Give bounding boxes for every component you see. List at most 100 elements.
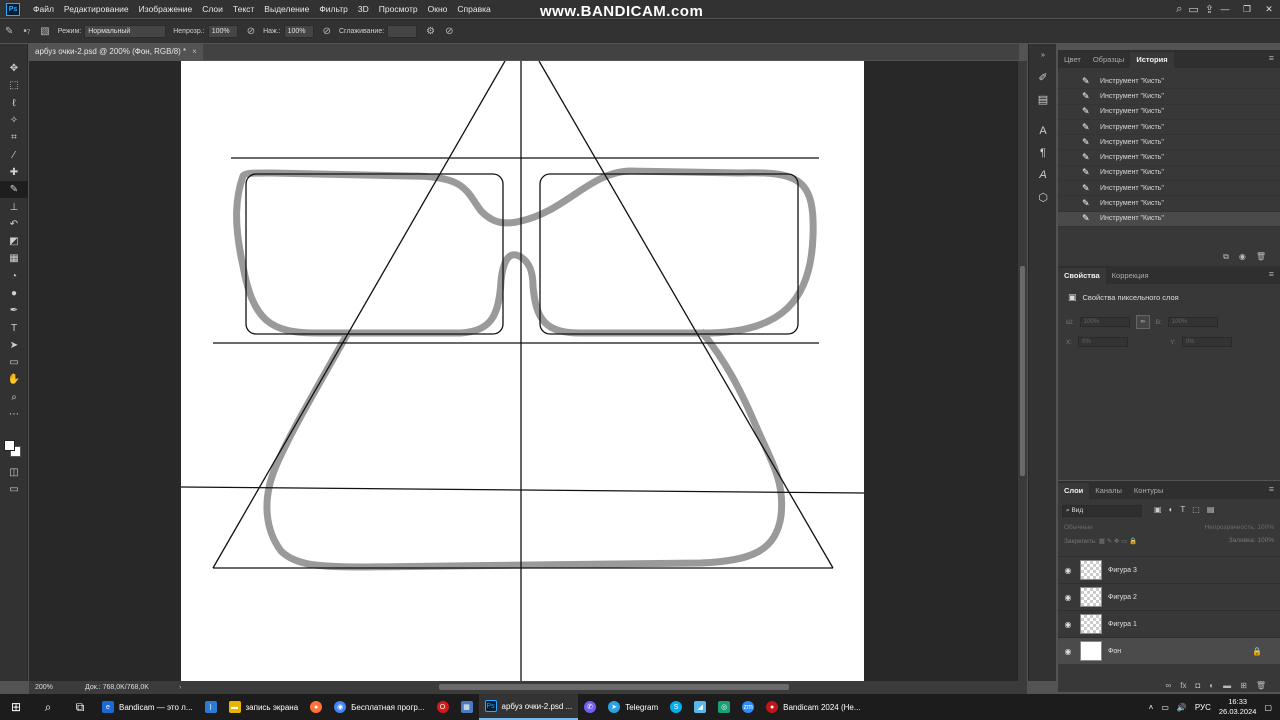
chevron-up-icon[interactable]: ˄ (1149, 703, 1154, 712)
taskbar-app-explorer[interactable]: ▬ запись экрана (223, 694, 305, 720)
path-select-tool-icon[interactable]: ➤ (0, 337, 28, 354)
tab-adjustments[interactable]: Коррекция (1106, 268, 1155, 284)
blend-mode-select[interactable]: Обычные (1064, 524, 1093, 531)
group-icon[interactable]: ▬ (1223, 681, 1231, 690)
vertical-scroll-thumb[interactable] (1020, 266, 1025, 476)
windows-start-icon[interactable]: ⊞ (0, 694, 32, 720)
eye-icon[interactable]: ◉ (1058, 620, 1078, 629)
pen-tool-icon[interactable]: ✒ (0, 302, 28, 319)
glyphs-icon[interactable]: A (1029, 164, 1057, 186)
foreground-color-swatch[interactable] (4, 440, 15, 451)
link-icon[interactable]: ∞ (1135, 315, 1150, 329)
marquee-tool-icon[interactable]: ⬚ (0, 77, 28, 94)
lock-icons[interactable]: ▦ ✎ ✥ ▭ 🔒 (1099, 538, 1138, 545)
history-brush-tool-icon[interactable]: ↶ (0, 216, 28, 233)
menu-view[interactable]: Просмотр (374, 0, 423, 18)
workspace-icon[interactable]: ▭ (1188, 3, 1198, 16)
blur-tool-icon[interactable]: ◔ (0, 268, 28, 285)
taskbar-app-bandicam[interactable]: ● Bandicam 2024 (Не... (760, 694, 866, 720)
document-tab[interactable]: арбуз очки-2.psd @ 200% (Фон, RGB/8) * × (29, 44, 203, 60)
quick-mask-icon[interactable]: ◫ (0, 464, 28, 481)
panel-menu-icon[interactable]: ≡ (1269, 269, 1274, 279)
notifications-icon[interactable]: ▢ (1264, 703, 1272, 712)
taskbar-app-vscode[interactable]: ⟩ (199, 694, 223, 720)
lock-icon[interactable]: 🔒 (1252, 647, 1262, 656)
layer-row[interactable]: ◉ Фигура 1 (1058, 610, 1280, 637)
restore-button[interactable]: ❐ (1236, 0, 1258, 18)
symmetry-icon[interactable]: ⊘ (445, 26, 453, 37)
mask-icon[interactable]: ◘ (1195, 681, 1200, 690)
crop-tool-icon[interactable]: ⌗ (0, 129, 28, 146)
tab-properties[interactable]: Свойства (1058, 268, 1106, 284)
layer-row[interactable]: ◉ Фигура 3 (1058, 556, 1280, 583)
task-view-icon[interactable]: ⧉ (64, 694, 96, 720)
status-arrow-icon[interactable]: › (179, 684, 181, 691)
history-item[interactable]: ✎ Инструмент "Кисть" (1058, 150, 1280, 166)
taskbar-app-viber[interactable]: ✆ (578, 694, 602, 720)
brush-tool-icon[interactable]: ✎ (5, 26, 13, 37)
airbrush-icon[interactable]: ⊘ (323, 26, 331, 37)
dodge-tool-icon[interactable]: ● (0, 285, 28, 302)
tab-history[interactable]: История (1130, 52, 1174, 68)
filter-type-icon[interactable]: T (1180, 505, 1185, 514)
panel-menu-icon[interactable]: ≡ (1269, 53, 1274, 63)
type-tool-icon[interactable]: T (0, 319, 28, 336)
taskbar-app-chrome[interactable]: ◉ Бесплатная прогр... (328, 694, 430, 720)
new-layer-icon[interactable]: ⊞ (1240, 681, 1247, 690)
lasso-tool-icon[interactable]: ℓ (0, 95, 28, 112)
minimize-button[interactable]: — (1214, 0, 1236, 18)
language-indicator[interactable]: РУС (1195, 703, 1211, 712)
canvas[interactable] (181, 61, 864, 681)
menu-image[interactable]: Изображение (134, 0, 198, 18)
trash-icon[interactable]: 🗑 (1256, 252, 1266, 262)
taskbar-app-files[interactable]: ◢ (688, 694, 712, 720)
screen-mode-icon[interactable]: ▭ (0, 481, 28, 498)
taskbar-app-calculator[interactable]: ▦ (455, 694, 479, 720)
layer-row[interactable]: ◉ Фон 🔒 (1058, 637, 1280, 664)
taskbar-app-skype[interactable]: S (664, 694, 688, 720)
taskbar-app-opera[interactable]: O (431, 694, 455, 720)
search-icon[interactable]: ⌕ (32, 694, 64, 720)
vertical-scrollbar[interactable] (1018, 61, 1027, 681)
brush-settings-icon[interactable]: ▧ (40, 26, 49, 37)
fx-icon[interactable]: fx (1180, 681, 1186, 690)
layer-opacity-field[interactable]: 100% (1257, 524, 1274, 531)
layer-filter-select[interactable]: ⌕ Вид (1062, 505, 1142, 517)
close-button[interactable]: ✕ (1258, 0, 1280, 18)
taskbar-app-firefox[interactable]: ● (304, 694, 328, 720)
move-tool-icon[interactable]: ✥ (0, 60, 28, 77)
tool-presets-icon[interactable]: ✐ (1029, 66, 1057, 88)
more-tools-icon[interactable]: ⋯ (0, 406, 28, 423)
cc-libraries-icon[interactable]: ▤ (1029, 88, 1057, 110)
history-item[interactable]: ✎ Инструмент "Кисть" (1058, 211, 1280, 227)
mode-select[interactable]: Нормальный (84, 25, 167, 38)
history-item[interactable]: ✎ Инструмент "Кисть" (1058, 74, 1280, 90)
trash-icon[interactable]: 🗑 (1256, 681, 1266, 690)
filter-adjustment-icon[interactable]: ◐ (1169, 505, 1174, 514)
y-field[interactable]: 0% (1181, 337, 1232, 347)
tab-swatches[interactable]: Образцы (1087, 52, 1131, 68)
search-icon[interactable]: ⌕ (1176, 3, 1182, 16)
pressure-input[interactable]: 100% (283, 25, 314, 38)
menu-edit[interactable]: Редактирование (59, 0, 134, 18)
smoothing-input[interactable] (387, 25, 418, 38)
history-item[interactable]: ✎ Инструмент "Кисть" (1058, 105, 1280, 120)
tab-channels[interactable]: Каналы (1089, 483, 1128, 499)
collapse-icon[interactable]: » (1029, 44, 1057, 66)
filter-pixel-icon[interactable]: ▣ (1154, 505, 1162, 514)
menu-filter[interactable]: Фильтр (314, 0, 353, 18)
adjustment-layer-icon[interactable]: ◐ (1209, 681, 1214, 690)
tab-paths[interactable]: Контуры (1128, 483, 1169, 499)
taskbar-app-telegram[interactable]: ➤ Telegram (602, 694, 664, 720)
network-icon[interactable]: ▭ (1161, 703, 1169, 712)
fill-field[interactable]: 100% (1257, 537, 1274, 544)
history-item[interactable]: ✎ Инструмент "Кисть" (1058, 196, 1280, 212)
new-document-from-state-icon[interactable]: ⧉ (1223, 252, 1229, 262)
height-field[interactable]: 100% (1167, 317, 1218, 327)
close-icon[interactable]: × (192, 47, 197, 56)
history-item[interactable]: ✎ Инструмент "Кисть" (1058, 181, 1280, 197)
menu-3d[interactable]: 3D (353, 0, 374, 18)
menu-window[interactable]: Окно (423, 0, 453, 18)
eyedropper-tool-icon[interactable]: ⁄ (0, 146, 28, 163)
zoom-level[interactable]: 200% (35, 684, 75, 691)
